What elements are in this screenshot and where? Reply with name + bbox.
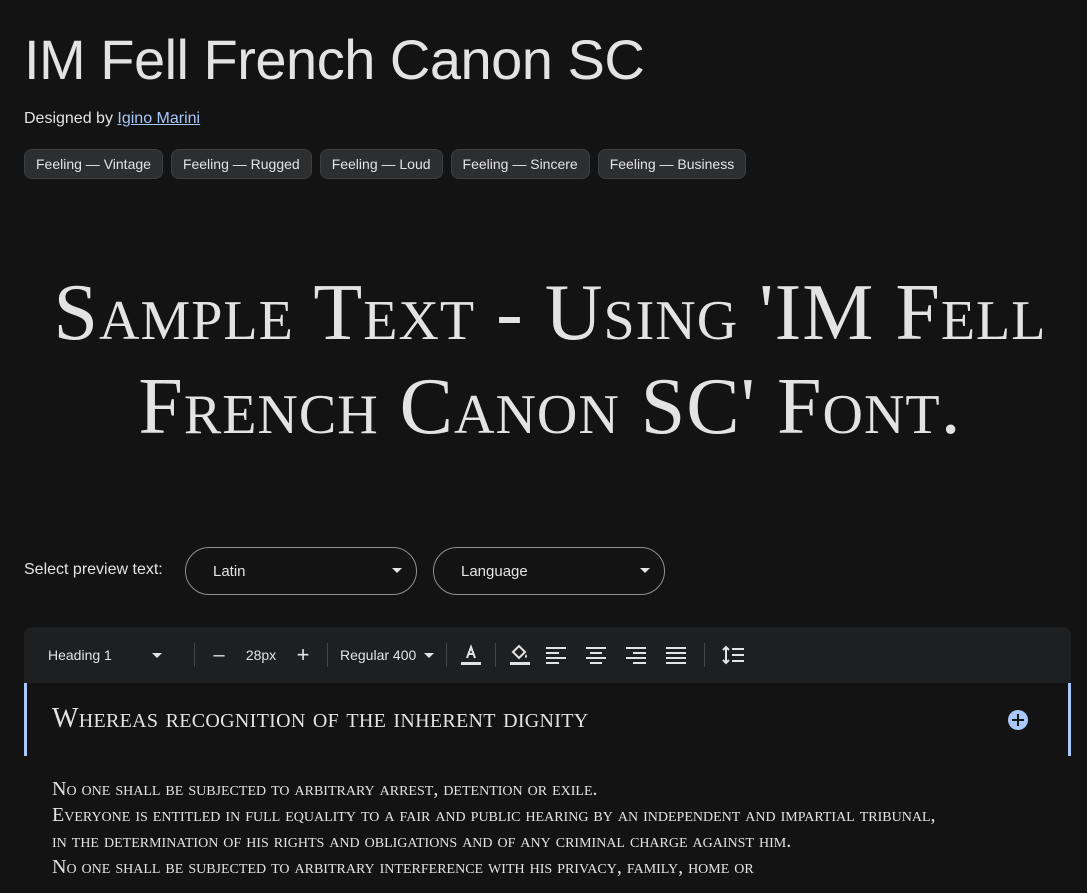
toolbar-divider [704,643,706,667]
chevron-down-icon [152,652,162,658]
chevron-down-icon [640,568,650,573]
decrease-size-button[interactable]: – [203,635,235,675]
weight-dropdown[interactable]: Regular 400 [336,627,438,683]
hero-line-2: French Canon SC' Font. [138,363,962,451]
chevron-down-icon [392,568,402,573]
text-color-icon[interactable] [455,635,487,675]
toolbar-divider [495,643,497,667]
editor-heading-text[interactable]: Whereas recognition of the inherent dign… [52,703,589,735]
editor-paragraph[interactable]: No one shall be subjected to arbitrary i… [52,854,952,880]
increase-size-button[interactable]: + [287,635,319,675]
editor-paragraph[interactable]: No one shall be subjected to arbitrary a… [52,776,952,802]
font-size-value[interactable]: 28px [241,627,281,683]
designed-by-label: Designed by [24,110,113,127]
tag-chip-sincere[interactable]: Feeling — Sincere [450,149,590,179]
toolbar-divider [446,643,448,667]
tag-chip-rugged[interactable]: Feeling — Rugged [170,149,312,179]
language-select-placeholder: Language [461,562,528,580]
align-right-icon[interactable] [616,635,656,675]
tag-chip-business[interactable]: Feeling — Business [597,149,747,179]
designer-line: Designed by Igino Marini [24,110,200,128]
script-select[interactable]: Latin [185,547,417,595]
align-justify-icon[interactable] [656,635,696,675]
hero-line-1: Sample Text - Using 'IM Fell [53,269,1047,357]
editor-toolbar: Heading 1 – 28px + Regular 400 [24,627,1071,683]
align-left-icon[interactable] [536,635,576,675]
toolbar-divider [327,643,328,667]
font-title: IM Fell French Canon SC [24,28,645,91]
tag-chips: Feeling — Vintage Feeling — Rugged Feeli… [24,149,747,179]
add-block-button[interactable] [1008,710,1028,730]
align-center-icon[interactable] [576,635,616,675]
editor-body[interactable]: No one shall be subjected to arbitrary a… [52,776,952,880]
editor-paragraph[interactable]: Everyone is entitled in full equality to… [52,802,952,854]
editor-heading-block[interactable]: Whereas recognition of the inherent dign… [24,683,1071,756]
script-select-value: Latin [213,562,246,580]
weight-dropdown-value: Regular 400 [340,647,417,663]
style-dropdown-value: Heading 1 [48,647,112,663]
language-select[interactable]: Language [433,547,665,595]
chevron-down-icon [424,652,435,658]
highlight-icon[interactable] [504,635,536,675]
hero-sample-text: Sample Text - Using 'IM Fell French Cano… [20,266,1080,454]
toolbar-divider [194,643,195,667]
designer-link[interactable]: Igino Marini [117,110,200,127]
preview-text-label: Select preview text: [24,561,163,578]
plus-icon [1012,714,1024,726]
line-height-icon[interactable] [713,635,753,675]
tag-chip-vintage[interactable]: Feeling — Vintage [24,149,163,179]
tag-chip-loud[interactable]: Feeling — Loud [319,149,443,179]
style-dropdown[interactable]: Heading 1 [48,627,186,683]
